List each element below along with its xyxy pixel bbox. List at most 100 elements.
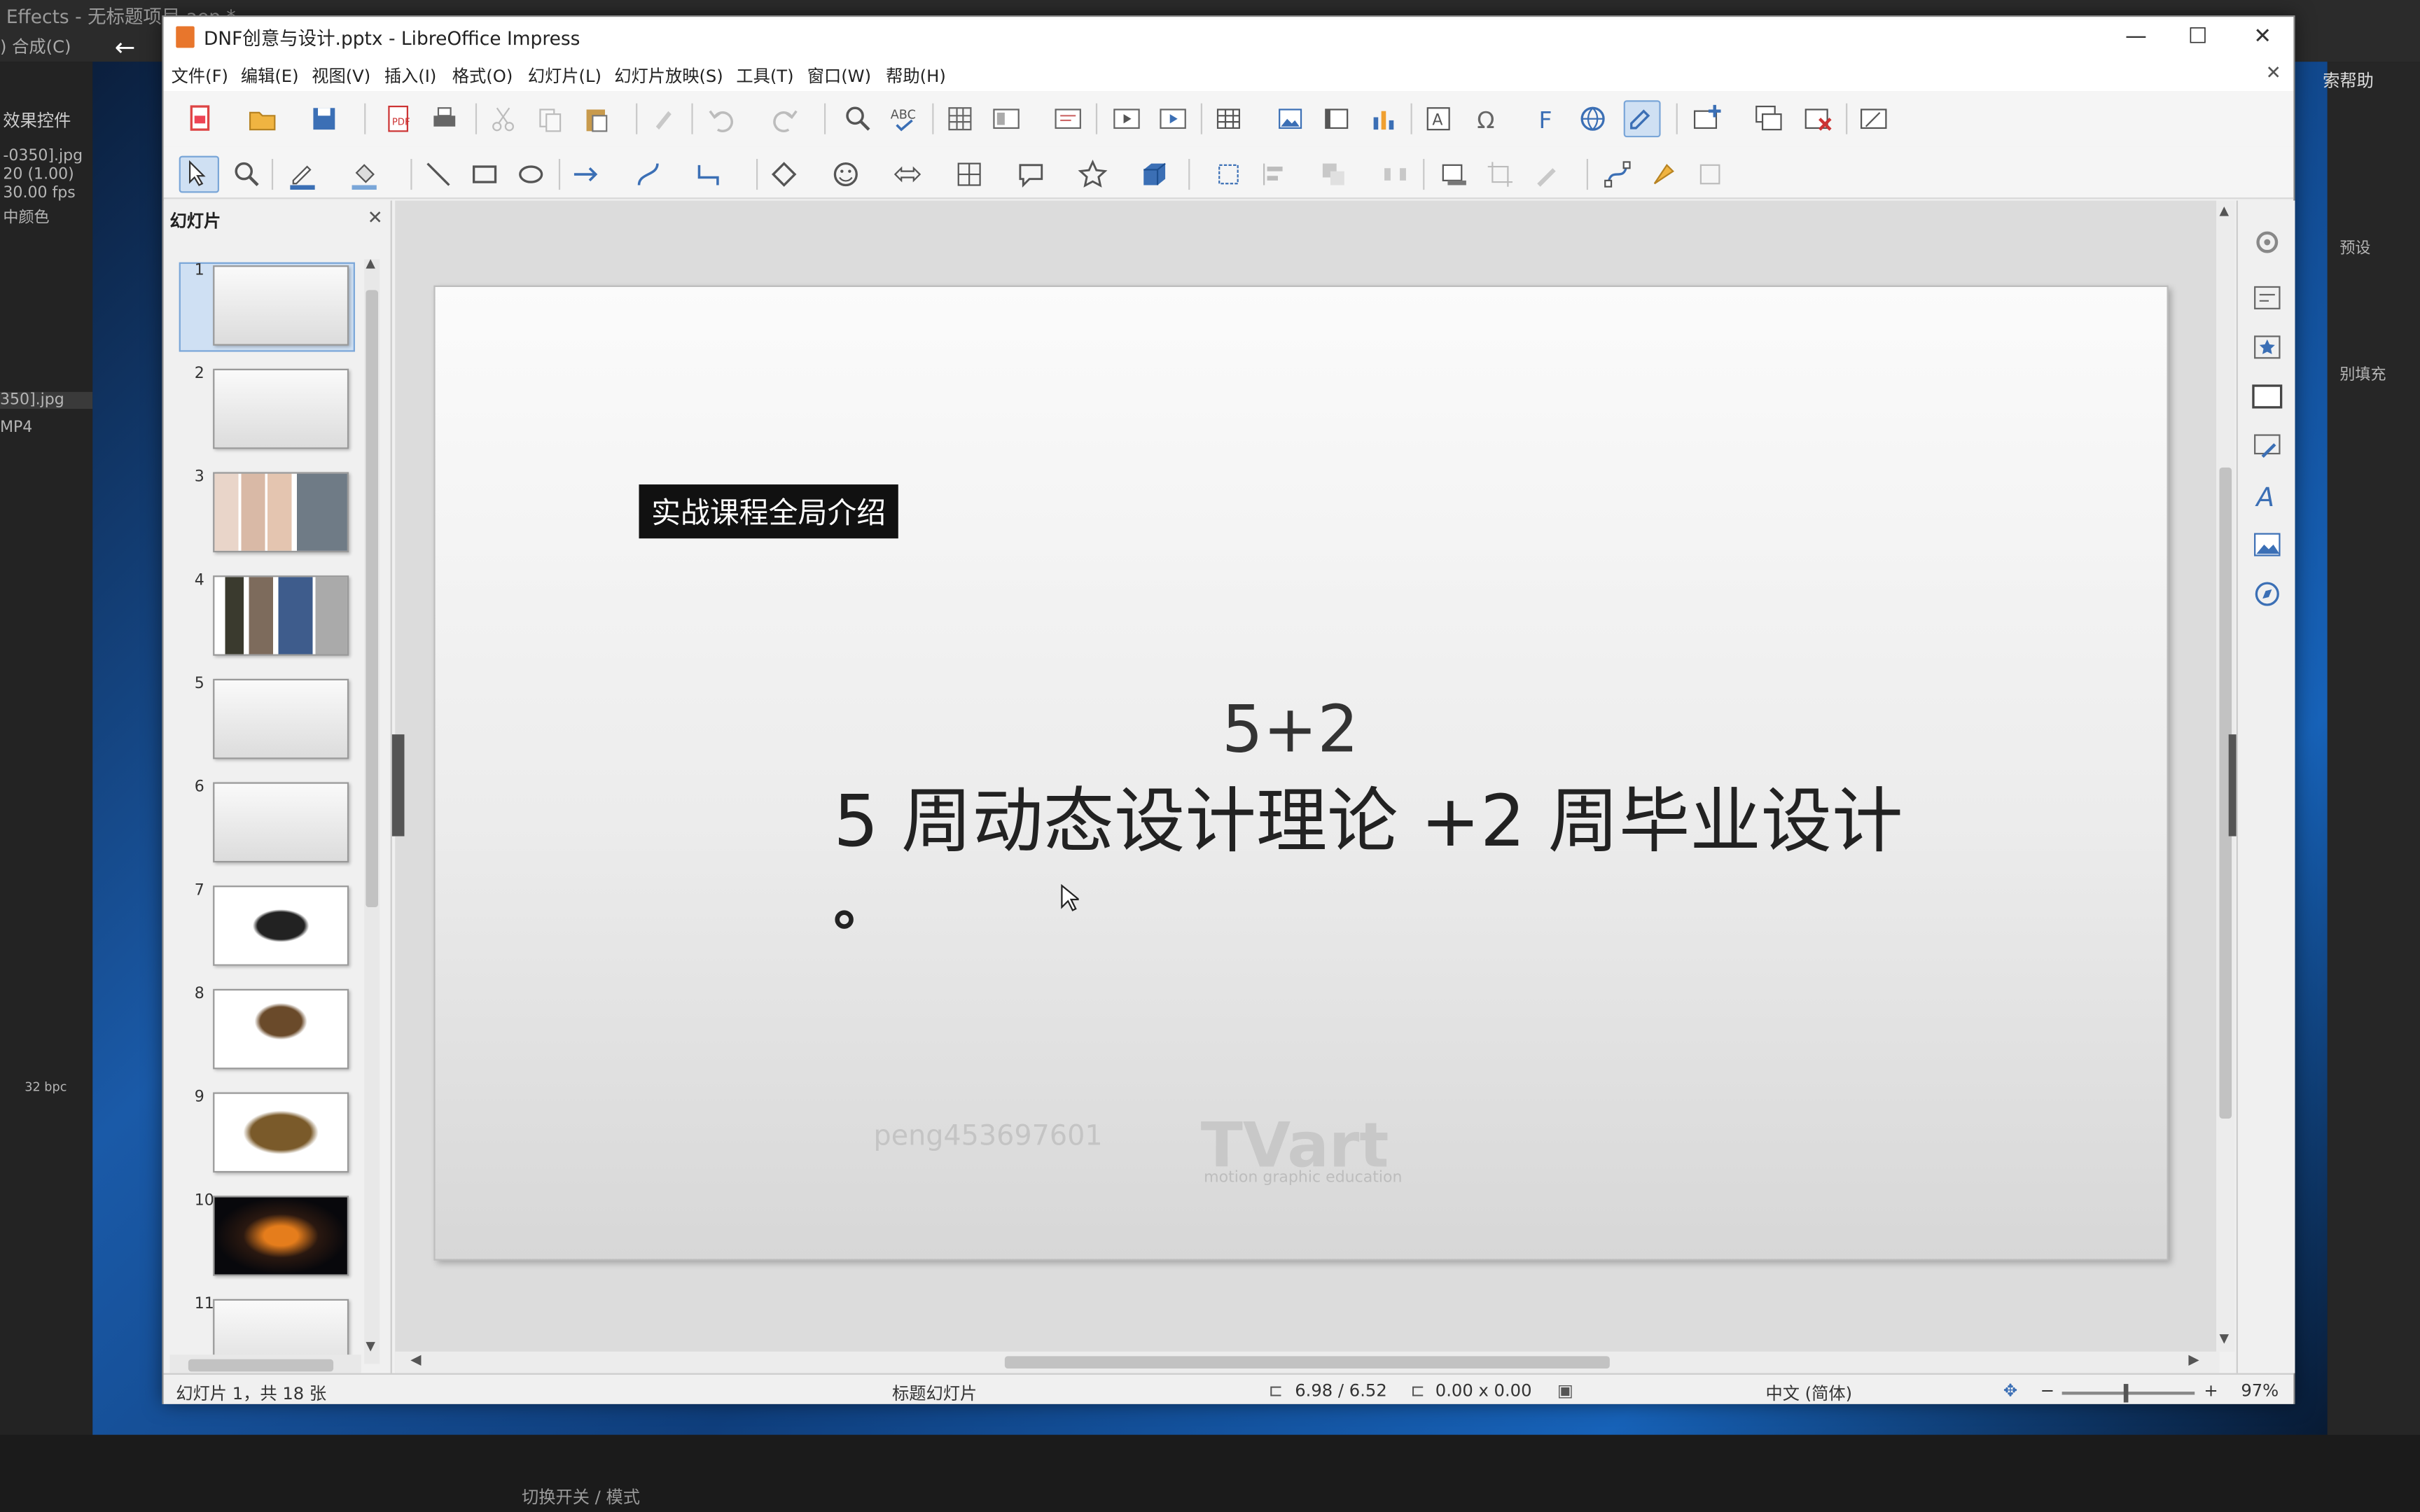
menu-help[interactable]: 帮助(H) [886,63,946,88]
scroll-up-icon[interactable]: ▲ [366,256,375,270]
arrow-line-icon[interactable] [571,159,602,190]
close-button[interactable]: ✕ [2232,17,2293,57]
glue-points-icon[interactable] [1648,159,1679,190]
slide-thumbnail-image[interactable] [213,265,349,346]
gallery-icon[interactable] [2251,528,2284,561]
paste-icon[interactable] [580,104,611,134]
slide-thumbnail-image[interactable] [213,678,349,760]
maximize-button[interactable]: ☐ [2167,17,2229,57]
menu-edit[interactable]: 编辑(E) [241,63,299,88]
menu-tools[interactable]: 工具(T) [736,63,793,88]
distribute-icon[interactable] [1379,159,1410,190]
select-arrow-icon[interactable] [179,155,219,193]
slide-thumbnail[interactable]: 2 [179,365,355,455]
menu-file[interactable]: 文件(F) [172,63,228,88]
fontwork-styles-icon[interactable]: A [2251,478,2284,512]
slide-label-box[interactable]: 实战课程全局介绍 [639,484,898,539]
duplicate-slide-icon[interactable] [1753,104,1784,134]
fit-slide-icon[interactable]: ✥ [2003,1381,2017,1401]
crop-image-icon[interactable] [1484,159,1515,190]
zoom-percentage[interactable]: 97% [2241,1381,2279,1401]
zoom-pan-icon[interactable] [232,159,263,190]
slide-thumbnail[interactable]: 9 [179,1089,355,1179]
pane-splitter-handle[interactable] [391,734,405,836]
slide-thumbnail-image[interactable] [213,575,349,656]
new-slide-icon[interactable] [1692,104,1723,134]
slide-thumbnail-image[interactable] [213,988,349,1070]
edit-hscroll-thumb[interactable] [1004,1356,1610,1369]
ae-search-help[interactable]: 索帮助 [2323,68,2374,92]
slide-thumbnail[interactable]: 3 [179,469,355,559]
menu-slideshow[interactable]: 幻灯片放映(S) [614,63,723,88]
ellipse-tool-icon[interactable] [515,159,546,190]
slide-pane-hscroll-thumb[interactable] [188,1359,334,1372]
export-pdf-icon[interactable]: PDF [383,104,414,134]
copy-icon[interactable] [534,104,565,134]
media-icon[interactable] [1321,104,1352,134]
slide-title[interactable]: 5+2 [436,691,2146,766]
fontwork-icon[interactable]: F [1531,104,1562,134]
find-replace-icon[interactable] [842,104,873,134]
master-slide-icon[interactable] [1052,104,1083,134]
3d-objects-icon[interactable] [1139,159,1170,190]
slide-thumbnail-image[interactable] [213,472,349,553]
flowchart-icon[interactable] [954,159,985,190]
display-views-icon[interactable] [991,104,1022,134]
master-slides-icon[interactable] [2251,379,2284,413]
scroll-right-icon[interactable]: ▶ [2188,1353,2199,1368]
slide-transition-icon[interactable] [2251,281,2284,314]
slide-pane-close-icon[interactable]: ✕ [368,206,383,228]
slide-thumbnail[interactable]: 1 [179,262,355,352]
text-box-icon[interactable]: A [1423,104,1454,134]
grid-icon[interactable] [945,104,975,134]
menu-window[interactable]: 窗口(W) [807,63,871,88]
start-first-slide-icon[interactable] [1111,104,1142,134]
line-tool-icon[interactable] [423,159,454,190]
rectangle-tool-icon[interactable] [469,159,500,190]
basic-shapes-icon[interactable] [769,159,800,190]
fill-color-icon[interactable] [349,159,380,190]
slide-layout-icon[interactable] [1858,104,1889,134]
ae-toggle-switches[interactable]: 切换开关 / 模式 [522,1484,640,1508]
special-character-icon[interactable]: Ω [1473,104,1503,134]
slide-thumbnail-image[interactable] [213,368,349,449]
line-color-icon[interactable] [287,159,318,190]
zoom-slider-knob[interactable] [2123,1384,2129,1403]
clone-format-icon[interactable] [648,104,679,134]
ae-menu[interactable]: ) 合成(C) [0,34,71,58]
shadow-icon[interactable] [1438,159,1469,190]
connector-icon[interactable] [695,159,725,190]
slide-thumbnail-image[interactable] [213,1196,349,1276]
slide-thumbnail[interactable]: 10 [179,1193,355,1282]
menu-format[interactable]: 格式(O) [452,63,513,88]
symbol-shapes-icon[interactable] [830,159,861,190]
slide-thumbnail[interactable]: 5 [179,676,355,765]
slide-pane-scroll-thumb[interactable] [366,290,378,908]
undo-icon[interactable] [707,104,737,134]
cut-icon[interactable] [487,104,518,134]
image-icon[interactable] [1275,104,1306,134]
slide-thumbnail[interactable]: 7 [179,883,355,972]
minimize-button[interactable]: — [2105,17,2167,57]
zoom-in-button[interactable]: + [2204,1381,2218,1401]
menu-slide[interactable]: 幻灯片(L) [528,63,601,88]
table-icon[interactable] [1213,104,1244,134]
scroll-left-icon[interactable]: ◀ [410,1353,421,1368]
navigator-icon[interactable] [2251,577,2284,610]
new-document-icon[interactable] [185,104,216,134]
spelling-icon[interactable]: ABC [889,104,920,134]
show-draw-functions-icon[interactable] [1623,100,1661,138]
points-icon[interactable] [1602,159,1633,190]
filter-icon[interactable] [1531,159,1562,190]
slide-thumbnail-image[interactable] [213,782,349,863]
rotate-icon[interactable] [1213,159,1244,190]
start-current-slide-icon[interactable] [1157,104,1188,134]
properties-gear-icon[interactable] [2251,225,2284,259]
save-icon[interactable] [309,104,340,134]
callout-icon[interactable] [1015,159,1046,190]
scroll-down-icon[interactable]: ▼ [366,1339,375,1353]
star-icon[interactable] [1077,159,1108,190]
slide-thumbnail-image[interactable] [213,886,349,966]
back-arrow-icon[interactable]: ← [102,31,148,64]
styles-icon[interactable] [2251,429,2284,463]
